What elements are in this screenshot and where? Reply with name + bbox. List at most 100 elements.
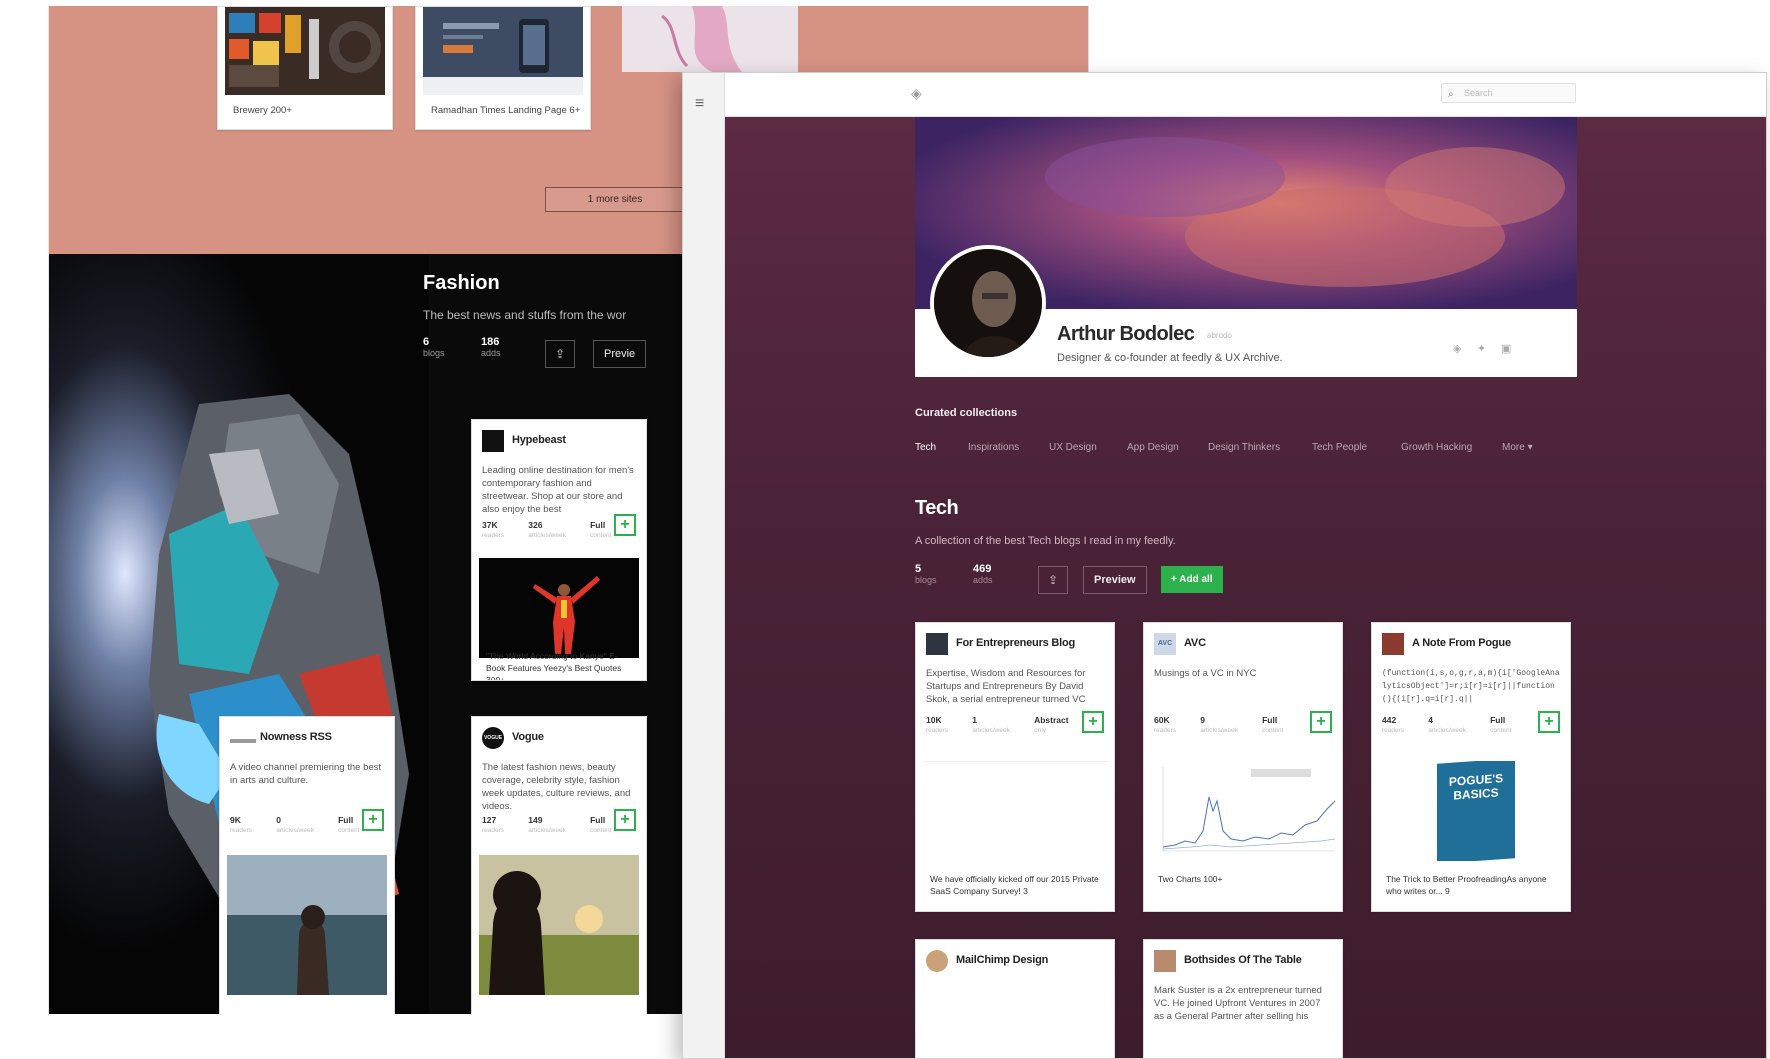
adds-label: adds [481,348,501,358]
article-caption: The Trick to Better ProofreadingAs anyon… [1386,874,1547,896]
more-sites-button[interactable]: 1 more sites [545,187,685,212]
feed-card-pogue[interactable]: A Note From Pogue (function(i,s,o,g,r,a,… [1371,622,1571,912]
search-input[interactable]: ⌕ Search [1441,83,1576,103]
feed-description: Expertise, Wisdom and Resources for Star… [926,668,1086,705]
feed-description: Leading online destination for men's con… [482,465,634,515]
profile-main: Arthur Bodolec abrodo Designer & co-foun… [725,117,1766,1058]
site-card[interactable]: Ramadhan Times Landing Page 6+ [415,6,591,130]
feed-title: Nowness RSS [260,731,332,743]
feed-title: AVC [1184,637,1206,649]
add-feed-button[interactable]: + [1310,711,1332,733]
feedly-logo-icon[interactable]: ◈ [911,85,922,102]
share-button[interactable]: ⇪ [545,340,575,368]
adds-count: 469 [973,563,992,575]
left-sidebar: ≡ [683,73,725,1058]
feed-title: A Note From Pogue [1412,637,1511,649]
blogs-count: 5 [915,563,922,575]
curated-collections-heading: Curated collections [915,407,1018,419]
feed-card-bothsides[interactable]: Bothsides Of The Table Mark Suster is a … [1143,939,1343,1058]
collection-title: Fashion [423,272,500,294]
article-image [479,855,639,995]
share-icon: ⇪ [1047,573,1059,587]
blogs-stat: 6 blogs [423,336,445,358]
blogs-stat: 5 blogs [915,563,937,585]
collection-description: A collection of the best Tech blogs I re… [915,535,1176,547]
avatar [930,245,1046,361]
tab-tech-people[interactable]: Tech People [1312,442,1367,453]
collection-title: Tech [915,497,959,519]
article-chart-image [1151,761,1335,861]
article-image [227,855,387,995]
feed-card-mailchimp[interactable]: MailChimp Design [915,939,1115,1058]
article-caption: We have officially kicked off our 2015 P… [930,874,1099,896]
chevron-down-icon: ▾ [1527,442,1533,453]
tab-tech[interactable]: Tech [915,442,936,453]
tab-inspirations[interactable]: Inspirations [968,442,1019,453]
tab-app-design[interactable]: App Design [1127,442,1179,453]
feedly-social-icon[interactable]: ◈ [1453,342,1461,355]
feed-card-nowness[interactable]: Nowness RSS A video channel premiering t… [219,716,395,1014]
search-placeholder: Search [1464,88,1493,98]
add-all-button[interactable]: + Add all [1161,566,1223,593]
feed-title: Bothsides Of The Table [1184,954,1302,966]
article-image [923,761,1107,861]
feed-card-hypebeast[interactable]: Hypebeast Leading online destination for… [471,419,647,681]
profile-role: Designer & co-founder at feedly & UX Arc… [1057,352,1283,364]
feed-card-for-entrepreneurs[interactable]: For Entrepreneurs Blog Expertise, Wisdom… [915,622,1115,912]
feed-description: (function(i,s,o,g,r,a,m){i['GoogleAnalyt… [1382,669,1560,704]
pogue-avatar-icon [1382,633,1404,655]
feed-description: Mark Suster is a 2x entrepreneur turned … [1154,985,1322,1022]
linkedin-icon[interactable]: ▣ [1501,342,1511,355]
tab-design-thinkers[interactable]: Design Thinkers [1208,442,1280,453]
profile-handle: abrodo [1207,331,1232,340]
profile-window: ≡ ◈ ⌕ Search Arthur Bodolec abrodo Desig… [682,72,1767,1059]
abstract-art-thumbnail [622,6,798,72]
feed-stats: 442 readers 4 articles/week Full content [1382,715,1512,734]
add-feed-button[interactable]: + [1538,711,1560,733]
feed-description: The latest fashion news, beauty coverage… [482,762,631,812]
feed-stats: 60K readers 9 articles/week Full content [1154,715,1284,734]
profile-name: Arthur Bodolec [1057,323,1195,345]
feed-description: Musings of a VC in NYC [1154,668,1257,679]
site-caption: Ramadhan Times Landing Page 6+ [431,105,581,116]
bothsides-avatar-icon [1154,950,1176,972]
feed-stats: 127 readers 149 articles/week Full content [482,815,612,834]
add-feed-button[interactable]: + [614,514,636,536]
feed-stats: 9K readers 0 articles/week Full content [230,815,360,834]
feed-card-avc[interactable]: AVC AVC Musings of a VC in NYC 60K reader… [1143,622,1343,912]
site-card[interactable]: Brewery 200+ [217,6,393,130]
add-feed-button[interactable]: + [362,809,384,831]
preview-button[interactable]: Previe [593,340,647,368]
site-card[interactable] [622,6,798,72]
top-bar: ◈ ⌕ Search [725,73,1766,117]
blogs-count: 6 [423,336,430,348]
hamburger-menu-icon[interactable]: ≡ [695,95,704,113]
book-cover-image: POGUE'S BASICS [1437,761,1515,861]
tab-ux-design[interactable]: UX Design [1049,442,1097,453]
twitter-icon[interactable]: ✦ [1477,342,1486,355]
search-icon: ⌕ [1448,89,1454,100]
tab-more[interactable]: More ▾ [1502,442,1533,453]
book-title: POGUE'S BASICS [1448,771,1504,803]
share-button[interactable]: ⇪ [1038,566,1068,594]
landing-page-thumbnail [423,7,583,95]
feed-title: For Entrepreneurs Blog [956,637,1076,649]
feed-title: Hypebeast [512,434,566,446]
add-feed-button[interactable]: + [614,809,636,831]
feed-stats: 37K readers 326 articles/week Full content [482,520,612,539]
article-caption: "The World According to Kanye" E-Book Fe… [486,651,622,681]
vogue-logo-icon: VOGUE [482,727,504,749]
feed-card-vogue[interactable]: VOGUE Vogue The latest fashion news, bea… [471,716,647,1014]
mailchimp-logo-icon [926,950,948,972]
blogs-label: blogs [423,348,445,358]
blogs-label: blogs [915,575,937,585]
screenshot-stage: Brewery 200+ Ramadhan Times Landing Page… [0,0,1770,1059]
collection-description: The best news and stuffs from the wor [423,308,627,322]
adds-count: 186 [481,336,500,348]
add-feed-button[interactable]: + [1082,711,1104,733]
feed-title: MailChimp Design [956,954,1049,966]
tab-growth-hacking[interactable]: Growth Hacking [1401,442,1472,453]
avc-logo-icon: AVC [1154,633,1176,655]
feed-description: A video channel premiering the best in a… [230,762,382,786]
preview-button[interactable]: Preview [1083,566,1147,594]
